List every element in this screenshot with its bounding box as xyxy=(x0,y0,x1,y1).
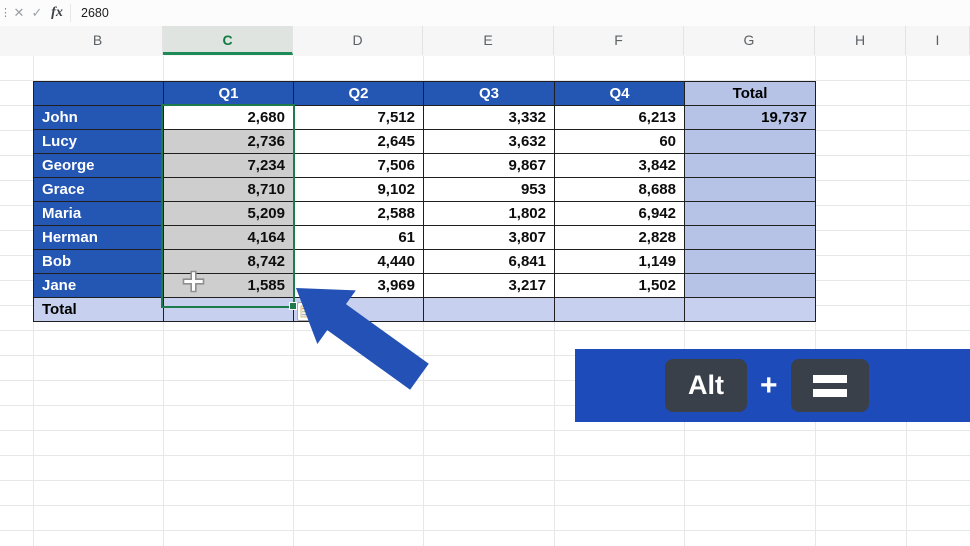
cell-F4[interactable]: 60 xyxy=(555,130,685,154)
cell-C7[interactable]: 5,209 xyxy=(164,202,294,226)
cell-G4[interactable] xyxy=(685,130,816,154)
cell-B7-label[interactable]: Maria xyxy=(34,202,164,226)
cell-F10[interactable]: 1,502 xyxy=(555,274,685,298)
cell-F7[interactable]: 6,942 xyxy=(555,202,685,226)
cell-B3-label[interactable]: John xyxy=(34,106,164,130)
cell-D4[interactable]: 2,645 xyxy=(294,130,424,154)
cell-G5[interactable] xyxy=(685,154,816,178)
cell-E6[interactable]: 953 xyxy=(424,178,555,202)
cell-E2-header[interactable]: Q3 xyxy=(424,82,555,106)
cell-B2-header[interactable] xyxy=(34,82,164,106)
cancel-icon[interactable]: ✕ xyxy=(10,5,28,21)
cell-C10[interactable]: 1,585 xyxy=(164,274,294,298)
cell-B10-label[interactable]: Jane xyxy=(34,274,164,298)
cell-B8-label[interactable]: Herman xyxy=(34,226,164,250)
cell-E4[interactable]: 3,632 xyxy=(424,130,555,154)
cell-C8[interactable]: 4,164 xyxy=(164,226,294,250)
cell-F9[interactable]: 1,149 xyxy=(555,250,685,274)
formula-bar-divider xyxy=(70,4,71,22)
table-body: Q1Q2Q3Q4TotalJohn2,6807,5123,3326,21319,… xyxy=(34,82,816,322)
grip-icon: ⋮ xyxy=(0,8,10,18)
cell-D9[interactable]: 4,440 xyxy=(294,250,424,274)
cell-B9-label[interactable]: Bob xyxy=(34,250,164,274)
cell-D6[interactable]: 9,102 xyxy=(294,178,424,202)
cell-E10[interactable]: 3,217 xyxy=(424,274,555,298)
column-header-e[interactable]: E xyxy=(423,26,554,55)
plus-sign: + xyxy=(760,369,778,403)
cell-E9[interactable]: 6,841 xyxy=(424,250,555,274)
quick-analysis-icon xyxy=(300,305,313,318)
cell-G10[interactable] xyxy=(685,274,816,298)
cell-D10[interactable]: 3,969 xyxy=(294,274,424,298)
cell-G3[interactable]: 19,737 xyxy=(685,106,816,130)
cell-C6[interactable]: 8,710 xyxy=(164,178,294,202)
cell-F3[interactable]: 6,213 xyxy=(555,106,685,130)
insert-function-icon[interactable]: fx xyxy=(46,5,68,21)
cell-D3[interactable]: 7,512 xyxy=(294,106,424,130)
cell-D5[interactable]: 7,506 xyxy=(294,154,424,178)
cell-E5[interactable]: 9,867 xyxy=(424,154,555,178)
cell-E7[interactable]: 1,802 xyxy=(424,202,555,226)
column-header-b[interactable]: B xyxy=(33,26,163,55)
column-header-strip: B C D E F G H I xyxy=(0,26,970,57)
column-header-g[interactable]: G xyxy=(684,26,815,55)
cell-F8[interactable]: 2,828 xyxy=(555,226,685,250)
cell-F6[interactable]: 8,688 xyxy=(555,178,685,202)
cell-C5[interactable]: 7,234 xyxy=(164,154,294,178)
shortcut-banner: Alt + xyxy=(575,349,970,422)
cell-B6-label[interactable]: Grace xyxy=(34,178,164,202)
cell-G2-header[interactable]: Total xyxy=(685,82,816,106)
excel-window: ⋮ ✕ ✓ fx 2680 B C D E F G H I Q1Q2Q3Q4To… xyxy=(0,0,970,546)
column-header-c[interactable]: C xyxy=(163,26,293,55)
cell-G7[interactable] xyxy=(685,202,816,226)
alt-key: Alt xyxy=(665,359,747,412)
cell-G11[interactable] xyxy=(685,298,816,322)
cell-B5-label[interactable]: George xyxy=(34,154,164,178)
fill-handle[interactable] xyxy=(289,302,297,310)
formula-input[interactable]: 2680 xyxy=(75,6,109,20)
column-header-f[interactable]: F xyxy=(554,26,684,55)
column-header-d[interactable]: D xyxy=(293,26,423,55)
cell-G6[interactable] xyxy=(685,178,816,202)
cell-D2-header[interactable]: Q2 xyxy=(294,82,424,106)
cell-B4-label[interactable]: Lucy xyxy=(34,130,164,154)
cell-C2-header[interactable]: Q1 xyxy=(164,82,294,106)
cell-C9[interactable]: 8,742 xyxy=(164,250,294,274)
cell-C3[interactable]: 2,680 xyxy=(164,106,294,130)
cell-E8[interactable]: 3,807 xyxy=(424,226,555,250)
cell-G8[interactable] xyxy=(685,226,816,250)
cell-C11[interactable] xyxy=(164,298,294,322)
cell-F5[interactable]: 3,842 xyxy=(555,154,685,178)
cell-D7[interactable]: 2,588 xyxy=(294,202,424,226)
equals-icon xyxy=(813,375,847,383)
cell-E3[interactable]: 3,332 xyxy=(424,106,555,130)
cell-G9[interactable] xyxy=(685,250,816,274)
quick-analysis-button[interactable] xyxy=(297,302,316,321)
equals-icon xyxy=(813,389,847,397)
column-header-i[interactable]: I xyxy=(906,26,970,55)
equals-key xyxy=(791,359,869,412)
cell-F11[interactable] xyxy=(555,298,685,322)
cell-B11-label[interactable]: Total xyxy=(34,298,164,322)
enter-icon[interactable]: ✓ xyxy=(28,5,46,21)
column-header-h[interactable]: H xyxy=(815,26,906,55)
cell-E11[interactable] xyxy=(424,298,555,322)
cell-C4[interactable]: 2,736 xyxy=(164,130,294,154)
spreadsheet-table: Q1Q2Q3Q4TotalJohn2,6807,5123,3326,21319,… xyxy=(33,81,816,322)
formula-bar: ⋮ ✕ ✓ fx 2680 xyxy=(0,0,970,27)
cell-F2-header[interactable]: Q4 xyxy=(555,82,685,106)
cell-D8[interactable]: 61 xyxy=(294,226,424,250)
gridline xyxy=(906,56,907,546)
